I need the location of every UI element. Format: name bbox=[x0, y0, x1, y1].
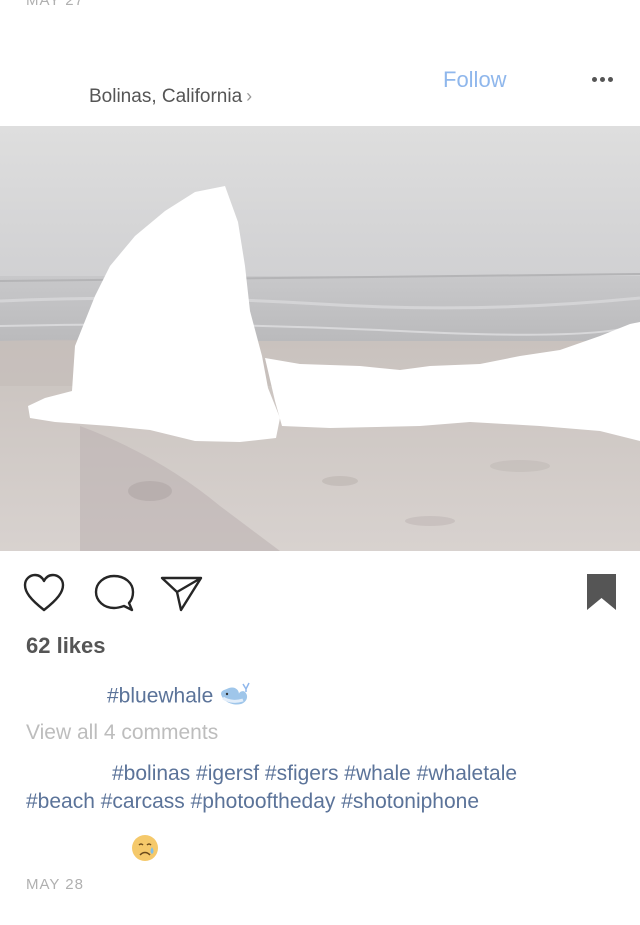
follow-button[interactable]: Follow bbox=[443, 67, 507, 93]
crying-face-emoji bbox=[130, 833, 160, 863]
beach-photo-image bbox=[0, 126, 640, 551]
share-icon[interactable] bbox=[160, 572, 204, 614]
whale-emoji bbox=[219, 680, 251, 714]
location-label: Bolinas, California bbox=[89, 86, 243, 107]
more-horizontal-icon[interactable] bbox=[586, 70, 618, 90]
comment-text: #bolinas #igersf #sfigers #whale #whalet… bbox=[26, 760, 626, 816]
heart-icon[interactable] bbox=[22, 572, 66, 614]
post-date: MAY 28 bbox=[26, 876, 84, 893]
post-photo[interactable] bbox=[0, 126, 640, 551]
post-caption: #bluewhale bbox=[107, 680, 251, 714]
comment-icon[interactable] bbox=[92, 572, 136, 614]
view-all-comments-link[interactable]: View all 4 comments bbox=[26, 721, 218, 745]
likes-count[interactable]: 62 likes bbox=[26, 633, 106, 659]
previous-post-date: MAY 27 bbox=[26, 0, 84, 9]
chevron-right-icon: › bbox=[246, 86, 253, 106]
bookmark-icon[interactable] bbox=[584, 572, 628, 614]
caption-hashtag[interactable]: #bluewhale bbox=[107, 685, 213, 708]
post-location[interactable]: Bolinas, California › bbox=[89, 86, 252, 108]
post-actions bbox=[22, 572, 622, 614]
comment-line-2[interactable]: #beach #carcass #photooftheday #shotonip… bbox=[26, 790, 479, 813]
comment-line-1[interactable]: #bolinas #igersf #sfigers #whale #whalet… bbox=[112, 762, 517, 785]
